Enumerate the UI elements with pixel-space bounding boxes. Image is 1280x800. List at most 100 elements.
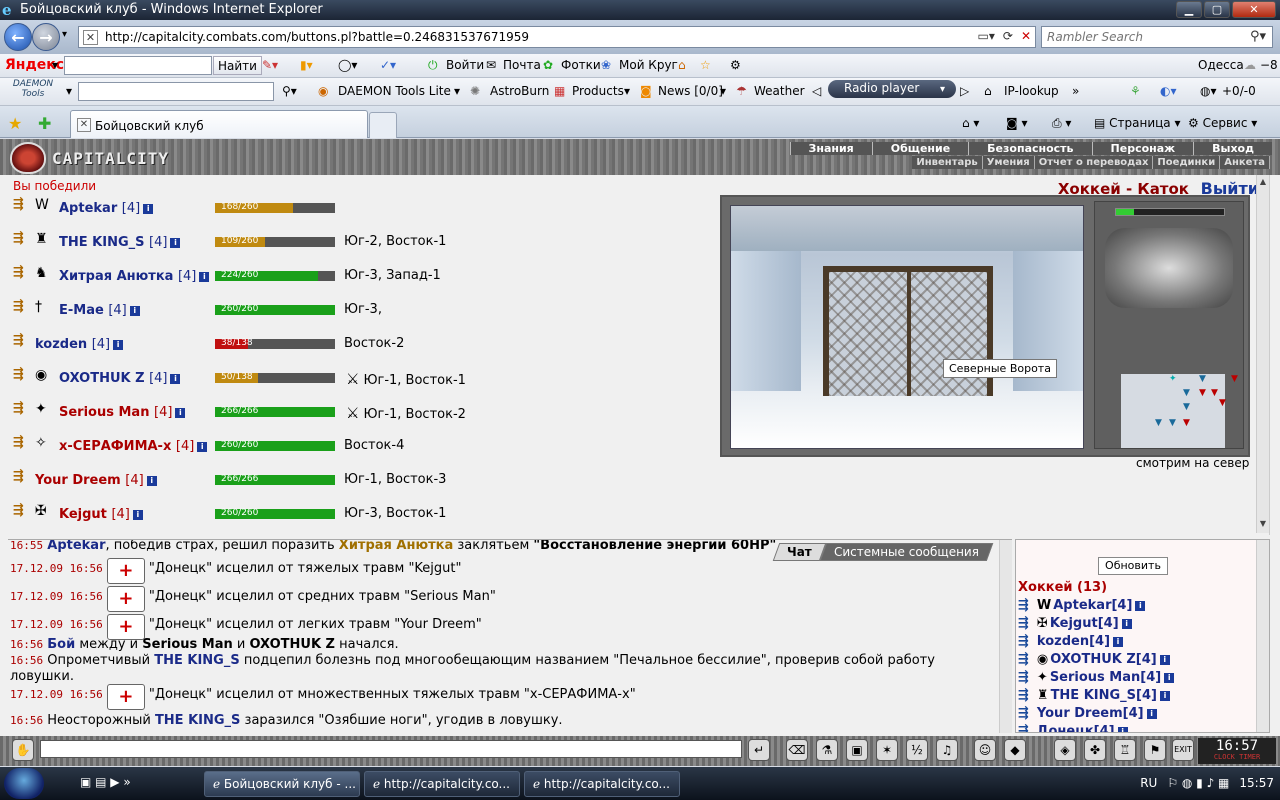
navigation-compass[interactable] [1105, 228, 1233, 308]
tab-combats[interactable]: ✕ Бойцовский клуб [70, 110, 368, 138]
stats-icon[interactable]: ▮▾ [300, 58, 313, 72]
menu-communication[interactable]: Общение [871, 142, 969, 155]
castle-icon[interactable]: ♖ [1114, 739, 1136, 761]
tab-system-messages[interactable]: Системные сообщения [819, 543, 994, 561]
clan-emblem-icon[interactable]: ♞ [35, 265, 48, 281]
mycircle-link[interactable]: Мой Круг [619, 58, 678, 72]
taskbar-item-capitalcity-2[interactable]: ℯ http://capitalcity.co... [524, 771, 680, 797]
weather-link[interactable]: Weather [754, 84, 805, 98]
scroll-down-icon[interactable]: ▼ [1257, 519, 1269, 531]
puzzle-icon[interactable]: ⚘ [1130, 84, 1141, 98]
bag-icon[interactable]: ◈ [1054, 739, 1076, 761]
page-menu[interactable]: ▤ Страница ▾ [1094, 116, 1181, 130]
compat-view-icon[interactable]: ▭▾ [978, 29, 995, 43]
brain-icon[interactable]: ✤ [1084, 739, 1106, 761]
battle-player-name[interactable]: E-Mae [4] i [59, 303, 140, 318]
scroll-up-icon[interactable]: ▲ [1257, 177, 1269, 189]
refresh-icon[interactable]: ⟳ [1003, 29, 1013, 43]
tray-icons[interactable]: ⚐ ◍ ▮ ♪ ▦ [1167, 776, 1229, 790]
attack-target-icon[interactable]: ⇶ [13, 299, 24, 314]
info-icon[interactable]: i [170, 238, 181, 248]
battle-player-name[interactable]: Kejgut [4] i [59, 507, 143, 522]
radio-next-icon[interactable]: ▷ [960, 84, 969, 98]
flag-icon[interactable]: ⚑ [1144, 739, 1166, 761]
close-window-button[interactable]: ✕ [1232, 1, 1276, 18]
battle-player-name[interactable]: Your Dreem [4] i [35, 473, 157, 488]
news-link[interactable]: News [0/0] [658, 84, 723, 98]
stop-icon[interactable]: ✕ [1021, 29, 1031, 43]
search-input[interactable] [1042, 27, 1242, 47]
menu-security[interactable]: Безопасность [968, 142, 1092, 155]
tab-label[interactable]: Бойцовский клуб [95, 119, 204, 133]
photos-link[interactable]: Фотки [561, 58, 601, 72]
daemon-logo[interactable]: DAEMON Tools [6, 79, 60, 99]
menu-character[interactable]: Персонаж [1091, 142, 1194, 155]
minimize-button[interactable]: ▁ [1176, 1, 1202, 18]
products-dropdown-icon[interactable]: ▾ [624, 84, 630, 98]
battle-player-name[interactable]: kozden [4] i [35, 337, 124, 352]
attack-target-icon[interactable]: ⇶ [13, 503, 24, 518]
daemon-lite-dropdown-icon[interactable]: ▾ [454, 84, 460, 98]
chat-bubble-icon[interactable]: ◯▾ [338, 58, 357, 72]
submenu-skills[interactable]: Умения [983, 156, 1035, 169]
filter-icon[interactable]: ⚗ [816, 739, 838, 761]
private-message-icon[interactable]: ⇶ [1018, 724, 1029, 732]
clan-emblem-icon[interactable]: ✦ [35, 401, 47, 417]
yandex-search-input[interactable] [64, 56, 212, 75]
attack-target-icon[interactable]: ⇶ [13, 333, 24, 348]
menu-exit[interactable]: Выход [1193, 142, 1272, 155]
taskbar-item-combats[interactable]: ℯ Бойцовский клуб - ... [204, 771, 360, 797]
battle-player-name[interactable]: Хитрая Анютка [4] i [59, 269, 210, 284]
language-indicator[interactable]: RU [1140, 776, 1157, 790]
clan-emblem-icon[interactable]: † [35, 299, 42, 315]
chat-mode-icon[interactable]: ✋ [12, 739, 34, 761]
search-icon[interactable]: ⚲▾ [1250, 29, 1266, 44]
private-message-icon[interactable]: ⇶ [1018, 616, 1029, 631]
attack-target-icon[interactable]: ⇶ [13, 231, 24, 246]
tab-chat[interactable]: Чат [773, 543, 827, 561]
add-favorites-icon[interactable]: ✚ [38, 114, 51, 133]
fighter-icon[interactable]: ✶ [876, 739, 898, 761]
info-icon[interactable]: i [1159, 655, 1170, 665]
exit-game-icon[interactable]: EXIT [1172, 739, 1194, 761]
refresh-button[interactable]: Обновить [1098, 557, 1168, 575]
forward-button[interactable]: → [32, 23, 60, 51]
battle-player-name[interactable]: Aptekar [4] i [59, 201, 154, 216]
products-link[interactable]: Products [572, 84, 624, 98]
info-icon[interactable]: i [175, 408, 186, 418]
chat-input[interactable] [40, 740, 742, 758]
info-icon[interactable]: i [129, 306, 140, 316]
clan-emblem-icon[interactable]: W [35, 197, 49, 213]
start-button[interactable] [4, 768, 44, 799]
system-clock[interactable]: 15:57 [1239, 776, 1274, 790]
astroburn-link[interactable]: AstroBurn [490, 84, 549, 98]
send-message-icon[interactable]: ↵ [748, 739, 770, 761]
radio-player-select[interactable]: Radio player [828, 80, 956, 98]
location-player-row[interactable]: ⇶ Your Dreem[4] i [1018, 706, 1157, 721]
list-scrollbar[interactable] [1256, 540, 1269, 732]
clan-emblem-icon[interactable]: ♜ [35, 231, 48, 247]
history-dropdown-icon[interactable]: ▾ [62, 29, 67, 40]
battle-scrollbar[interactable]: ▲ ▼ [1256, 175, 1269, 533]
submenu-profile[interactable]: Анкета [1220, 156, 1270, 169]
info-icon[interactable]: i [1117, 727, 1128, 732]
spellcheck-icon[interactable]: ✓▾ [380, 58, 396, 72]
feeds-icon[interactable]: ◙ ▾ [1006, 116, 1027, 130]
info-icon[interactable]: i [1135, 601, 1146, 611]
new-tab-button[interactable] [369, 112, 397, 138]
battle-player-name[interactable]: OXOTHUK Z [4] i [59, 371, 181, 386]
location-player-row[interactable]: ⇶ Донецк[4] i [1018, 724, 1128, 732]
rink-view[interactable]: Северные Ворота [730, 205, 1084, 449]
private-message-icon[interactable]: ⇶ [1018, 634, 1029, 649]
info-icon[interactable]: i [132, 510, 143, 520]
iplookup-link[interactable]: IP-lookup [1004, 84, 1059, 98]
battle-player-name[interactable]: THE KING_S [4] i [59, 235, 181, 250]
info-icon[interactable]: i [146, 476, 157, 486]
location-player-row[interactable]: ⇶ ✦ Serious Man[4] i [1018, 670, 1175, 685]
battle-player-name[interactable]: Serious Man [4] i [59, 405, 186, 420]
attack-target-icon[interactable]: ⇶ [13, 367, 24, 382]
minimap-field[interactable] [1121, 374, 1225, 448]
clan-emblem-icon[interactable]: ◉ [35, 367, 47, 383]
login-link[interactable]: Войти [446, 58, 484, 72]
info-icon[interactable]: i [199, 272, 210, 282]
